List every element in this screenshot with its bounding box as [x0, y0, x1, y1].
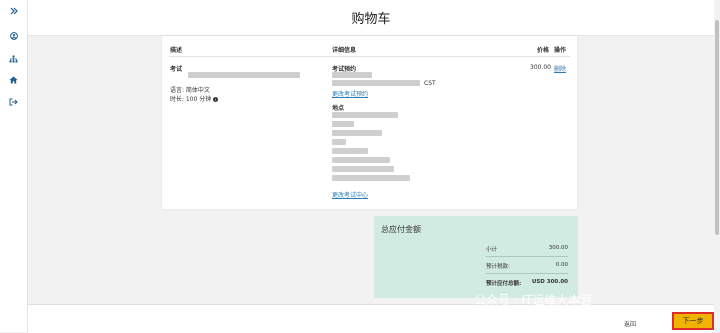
header-price: 价格 [537, 47, 550, 54]
total-label: 预计应付总额: [486, 281, 522, 287]
redacted-text [332, 80, 420, 86]
item-duration: 时长: 100 分钟 i [170, 96, 219, 103]
redacted-text [332, 72, 372, 78]
appointment-timezone: CST [424, 80, 436, 87]
redacted-text [332, 139, 346, 145]
redacted-text [188, 72, 300, 78]
divider [169, 56, 570, 57]
item-language: 语言: 简体中文 [170, 87, 210, 94]
location-label: 地点 [332, 105, 345, 112]
redacted-text [332, 112, 398, 118]
scrollbar-thumb[interactable] [715, 20, 719, 235]
watermark: CSDN @IT运维大本营 [586, 315, 667, 324]
redacted-text [332, 130, 382, 136]
tax-value: 0.00 [555, 262, 568, 268]
page-title: 购物车 [351, 12, 391, 27]
scrollbar[interactable] [714, 0, 720, 332]
item-price: 300.00 [530, 64, 551, 71]
info-icon[interactable]: i [213, 97, 219, 102]
redacted-text [332, 166, 394, 172]
watermark: 公众号 · IT运维大本营 [474, 293, 593, 307]
page-header: 购物车 [28, 0, 714, 36]
redacted-text [332, 121, 354, 127]
redacted-text [332, 148, 368, 154]
expand-icon[interactable] [0, 4, 27, 18]
tax-label: 预计税款: [486, 264, 510, 270]
header-action: 操作 [554, 47, 567, 54]
divider [486, 273, 568, 274]
redacted-text [332, 175, 410, 181]
logout-icon[interactable] [0, 95, 27, 109]
header-description: 描述 [170, 47, 183, 54]
divider [486, 256, 568, 257]
summary-panel: 总应付金额 小计 300.00 预计税款: 0.00 预计应付总额: USD 3… [374, 216, 578, 298]
redacted-text [332, 157, 390, 163]
total-value: USD 300.00 [531, 279, 568, 285]
sidebar [0, 0, 28, 332]
subtotal-value: 300.00 [548, 245, 568, 251]
summary-title: 总应付金额 [381, 225, 421, 234]
delete-link[interactable]: 删除 [554, 64, 566, 73]
header-details: 详细信息 [332, 47, 357, 54]
home-icon[interactable] [0, 73, 27, 87]
change-center-link[interactable]: 更改考试中心 [332, 190, 368, 199]
next-button[interactable]: 下一步 [672, 312, 714, 330]
subtotal-label: 小计 [486, 247, 498, 253]
user-icon[interactable] [0, 29, 27, 43]
cart-table: 描述 详细信息 价格 操作 考试 语言: 简体中文 时长: 100 分钟 i 考试… [162, 36, 577, 209]
item-label: 考试 [170, 66, 183, 73]
change-appointment-link[interactable]: 更改考试预约 [332, 89, 368, 98]
sitemap-icon[interactable] [0, 52, 27, 66]
